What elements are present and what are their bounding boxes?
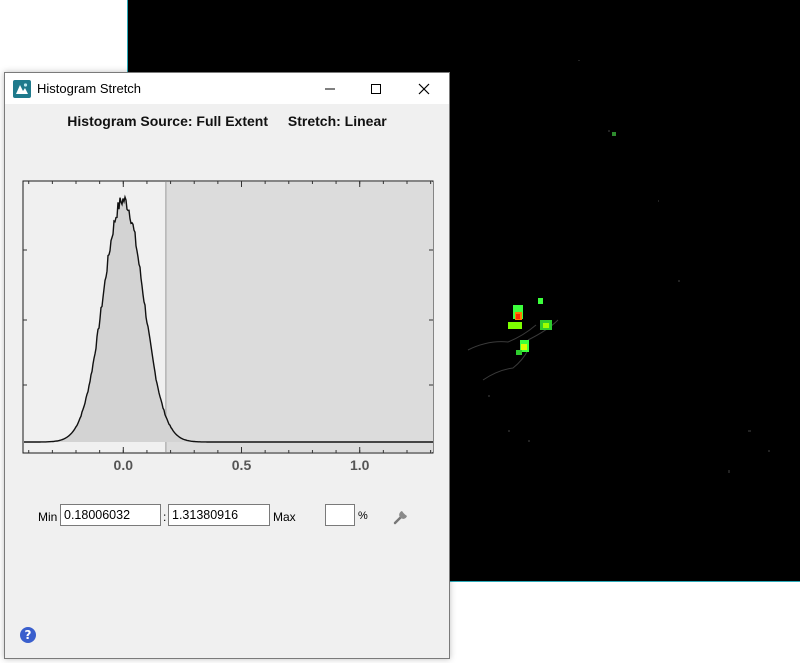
percent-label: % <box>358 510 368 522</box>
histogram-header: Histogram Source: Full Extent Stretch: L… <box>5 113 449 129</box>
histogram-plot[interactable]: 0.0 0.5 1.0 <box>22 180 442 480</box>
window-title: Histogram Stretch <box>37 81 142 96</box>
excluded-region <box>165 182 433 452</box>
close-icon <box>418 83 430 94</box>
x-axis-labels: 0.0 0.5 1.0 <box>114 457 370 473</box>
histogram-source-label: Histogram Source: Full Extent <box>67 113 268 129</box>
maximize-icon <box>371 83 381 94</box>
minimize-icon <box>325 88 335 89</box>
close-button[interactable] <box>401 73 447 104</box>
x-tick-label: 0.5 <box>232 457 252 473</box>
x-tick-label: 0.0 <box>114 457 134 473</box>
min-max-controls: Min : Max % <box>5 504 449 528</box>
min-label: Min <box>38 510 58 524</box>
max-value-field[interactable] <box>168 504 270 526</box>
min-value-field[interactable] <box>60 504 161 526</box>
x-tick-label: 1.0 <box>350 457 370 473</box>
wrench-icon[interactable] <box>391 505 413 527</box>
histogram-stretch-dialog: Histogram Stretch Histogram Source: Full… <box>4 72 450 659</box>
title-bar[interactable]: Histogram Stretch <box>5 73 449 104</box>
maximize-button[interactable] <box>353 73 399 104</box>
histogram-stretch-app-icon <box>13 80 31 98</box>
range-separator: : <box>163 510 167 524</box>
minimize-button[interactable] <box>307 73 353 104</box>
help-icon[interactable]: ? <box>20 627 36 643</box>
percent-field[interactable] <box>325 504 355 526</box>
stretch-type-label: Stretch: Linear <box>287 113 387 129</box>
max-label: Max <box>273 510 296 524</box>
